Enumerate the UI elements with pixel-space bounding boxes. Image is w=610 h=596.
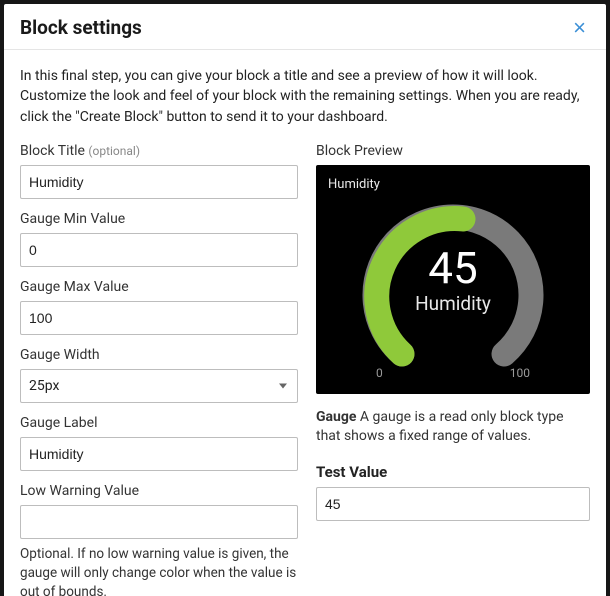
gauge-wrap: 45 Humidity — [326, 196, 580, 376]
modal-header: Block settings × — [4, 4, 606, 50]
gauge-description: Gauge A gauge is a read only block type … — [316, 408, 590, 447]
gauge-width-field: Gauge Width 25px — [20, 347, 298, 403]
low-warning-field: Low Warning Value Optional. If no low wa… — [20, 483, 298, 596]
form-right-column: Block Preview Humidity 45 Humidity — [316, 143, 590, 596]
gauge-preview-title: Humidity — [326, 177, 580, 192]
gauge-label-field: Gauge Label — [20, 415, 298, 471]
low-warning-help: Optional. If no low warning value is giv… — [20, 545, 298, 596]
block-preview-heading: Block Preview — [316, 143, 590, 159]
gauge-width-select[interactable]: 25px — [20, 369, 298, 403]
low-warning-label: Low Warning Value — [20, 483, 298, 499]
form-columns: Block Title (optional) Gauge Min Value G… — [20, 143, 590, 596]
gauge-width-label: Gauge Width — [20, 347, 298, 363]
block-title-field: Block Title (optional) — [20, 143, 298, 199]
gauge-label-label: Gauge Label — [20, 415, 298, 431]
gauge-center: 45 Humidity — [415, 246, 491, 315]
block-title-input[interactable] — [20, 165, 298, 199]
block-title-optional: (optional) — [88, 144, 140, 158]
form-left-column: Block Title (optional) Gauge Min Value G… — [20, 143, 298, 596]
gauge-max-field: Gauge Max Value — [20, 279, 298, 335]
gauge-max-label: Gauge Max Value — [20, 279, 298, 295]
block-title-label-text: Block Title — [20, 143, 85, 159]
gauge-desc-bold: Gauge — [316, 409, 356, 425]
gauge-label-input[interactable] — [20, 437, 298, 471]
gauge-max-input[interactable] — [20, 301, 298, 335]
test-value-label: Test Value — [316, 463, 590, 481]
gauge-min-field: Gauge Min Value — [20, 211, 298, 267]
gauge-min-label: Gauge Min Value — [20, 211, 298, 227]
gauge-preview: Humidity 45 Humidity 0 100 — [316, 165, 590, 394]
low-warning-input[interactable] — [20, 505, 298, 539]
block-title-label: Block Title (optional) — [20, 143, 298, 159]
gauge-sublabel: Humidity — [415, 292, 491, 315]
modal-body: In this final step, you can give your bl… — [4, 50, 606, 596]
modal-title: Block settings — [20, 16, 142, 39]
gauge-min-input[interactable] — [20, 233, 298, 267]
gauge-width-value: 25px — [29, 378, 59, 394]
test-value-input[interactable] — [316, 487, 590, 521]
close-button[interactable]: × — [569, 17, 590, 39]
intro-text: In this final step, you can give your bl… — [20, 66, 590, 127]
gauge-value: 45 — [415, 246, 491, 290]
block-settings-modal: Block settings × In this final step, you… — [4, 4, 606, 596]
